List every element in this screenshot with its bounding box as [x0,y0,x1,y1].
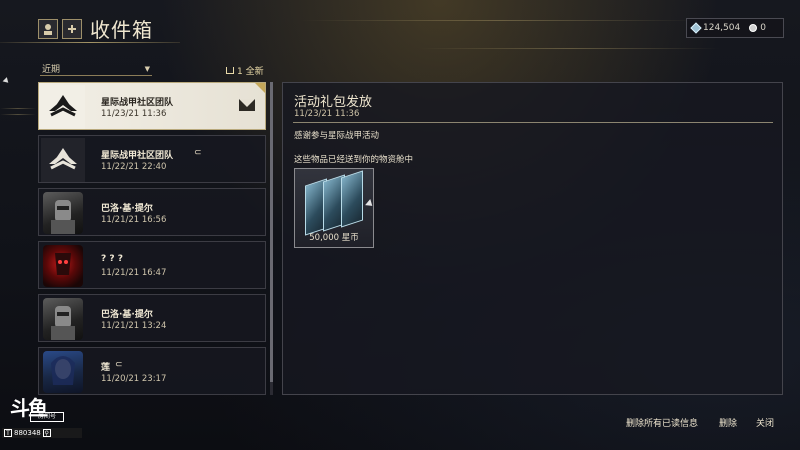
message-item[interactable]: 星际战甲社区团队 11/23/21 11:36 [38,82,266,130]
message-list: 星际战甲社区团队 11/23/21 11:36 星际战甲社区团队 ⊂ 11/22… [38,82,266,395]
attachment-icon: ⊂ [194,148,202,158]
avatar [41,297,85,341]
lotus-logo-icon [41,85,85,129]
background-streak [420,48,720,49]
mouse-cursor [2,77,11,85]
message-title: 活动礼包发放 [294,95,373,110]
warrior-portrait-icon [43,192,83,234]
message-sender: 巴洛·基·提尔 [101,310,153,320]
message-sender: 星际战甲社区团队 [101,151,174,161]
room-bar: T 880348 ⚲ [2,428,82,438]
search-icon: ⚲ [42,429,51,437]
message-sender: 巴洛·基·提尔 [101,204,153,214]
red-mask-portrait-icon [43,245,83,287]
message-date: 11/23/21 11:36 [101,109,167,119]
new-count-label: 1 全新 [237,67,264,77]
message-item[interactable]: 巴洛·基·提尔 11/21/21 13:24 [38,294,266,342]
reward-item[interactable]: 50,000 星币 [294,168,374,248]
message-date: 11/20/21 23:17 [101,374,167,384]
currency-display: 124,504 0 [686,18,784,38]
inbox-header: 收件箱 [38,14,153,43]
close-button[interactable]: 关闭 [756,416,774,429]
tray-icon [226,67,234,74]
scrollbar-thumb[interactable] [270,82,273,382]
message-item[interactable]: 巴洛·基·提尔 11/21/21 16:56 [38,188,266,236]
message-body-line: 感谢参与星际战甲活动 [294,131,380,141]
profile-icon[interactable] [38,18,58,39]
stream-watermark: 斗鱼 房间号 [10,392,64,422]
avatar [41,85,85,129]
credits-stack-icon [303,170,367,236]
message-date: 11/21/21 16:56 [101,215,167,225]
avatar [41,350,85,394]
message-date: 11/21/21 16:47 [101,268,167,278]
background-streak [0,108,36,109]
delete-button[interactable]: 删除 [719,416,737,429]
message-date: 11/22/21 22:40 [101,162,167,172]
plus-icon[interactable] [62,18,82,39]
reward-label: 50,000 星币 [309,233,359,243]
filter-dropdown[interactable]: 近期 ▼ [40,62,152,76]
credits-amount: 124,504 [703,23,741,33]
text-icon: T [4,429,12,437]
message-item[interactable]: ? ? ? 11/21/21 16:47 [38,241,266,289]
lotus-portrait-icon [43,351,83,393]
message-detail-panel: 活动礼包发放 11/23/21 11:36 感谢参与星际战甲活动 这些物品已经送… [282,82,783,395]
message-item[interactable]: 莲 ⊂ 11/20/21 23:17 [38,347,266,395]
header-divider [0,42,180,43]
credits-icon [690,22,702,34]
room-number: 880348 [14,429,41,437]
page-title: 收件箱 [90,18,153,42]
filter-value: 近期 [42,65,61,75]
message-sender: ? ? ? [101,254,123,264]
message-item[interactable]: 星际战甲社区团队 ⊂ 11/22/21 22:40 [38,135,266,183]
warrior-portrait-icon [43,298,83,340]
avatar [41,191,85,235]
new-marker [255,83,265,93]
background-streak [0,114,36,115]
delete-all-read-button[interactable]: 删除所有已读信息 [626,416,698,429]
lotus-logo-icon [41,138,85,182]
avatar [41,244,85,288]
new-count-button[interactable]: 1 全新 [226,64,264,77]
detail-divider [293,122,773,123]
avatar [41,138,85,182]
message-sender: 莲 [101,363,111,373]
message-body-line: 这些物品已经送到你的物资舱中 [294,155,414,165]
attachment-icon: ⊂ [115,360,123,370]
unread-mail-icon [239,99,255,111]
platinum-icon [749,24,758,32]
background-streak [300,20,700,21]
message-timestamp: 11/23/21 11:36 [294,109,360,119]
platinum-amount: 0 [760,23,766,33]
chevron-down-icon: ▼ [144,64,150,73]
room-label: 房间号 [30,412,64,422]
message-sender: 星际战甲社区团队 [101,98,174,108]
message-date: 11/21/21 13:24 [101,321,167,331]
